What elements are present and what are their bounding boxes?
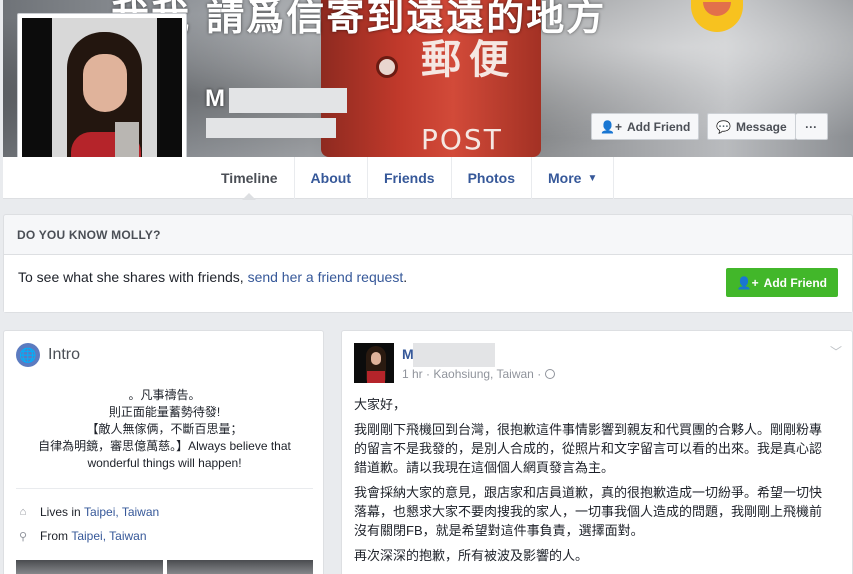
post-paragraph: 再次深深的抱歉，所有被波及影響的人。 bbox=[354, 548, 589, 563]
tab-more-label: More bbox=[548, 170, 582, 186]
alt-name-redaction bbox=[206, 118, 336, 138]
tab-timeline-label: Timeline bbox=[221, 170, 278, 186]
postbox-char-2: 便 bbox=[469, 36, 509, 83]
post-card: M 1 hr · Kaohsiung, Taiwan · ﹀ 大家好， 我剛剛下… bbox=[341, 330, 853, 574]
prompt-text: To see what she shares with friends, bbox=[18, 269, 248, 285]
caret-down-icon: ▼ bbox=[587, 172, 598, 184]
bio-line: 。凡事禱告。 bbox=[128, 388, 201, 402]
more-options-label: ··· bbox=[805, 119, 818, 134]
message-button-group[interactable]: 💬 Message ··· bbox=[707, 113, 828, 140]
friend-request-prompt: To see what she shares with friends, sen… bbox=[18, 269, 407, 285]
post-meta-text[interactable]: 1 hr · Kaohsiung, Taiwan · bbox=[402, 367, 545, 381]
profile-nav: Timeline About Friends Photos More ▼ bbox=[3, 157, 853, 200]
post-author-initial: M bbox=[402, 346, 414, 362]
add-friend-button[interactable]: 👤+ Add Friend bbox=[591, 113, 700, 140]
prompt-end: . bbox=[403, 269, 408, 285]
author-name-redaction bbox=[413, 343, 495, 367]
message-button[interactable]: 💬 Message bbox=[707, 113, 796, 140]
intro-photo[interactable] bbox=[166, 560, 313, 574]
tab-more[interactable]: More ▼ bbox=[531, 157, 615, 199]
post-author[interactable]: M bbox=[402, 346, 414, 362]
intro-bio: 。凡事禱告。 則正面能量蓄勢待發! 【敵人無傢俩，不斷百思量； 自律為明鏡，審思… bbox=[16, 387, 313, 472]
add-friend-label: Add Friend bbox=[626, 119, 691, 134]
name-redaction bbox=[229, 88, 347, 113]
bio-line: 【敵人無傢俩，不斷百思量； bbox=[86, 422, 243, 436]
add-friend-green-button[interactable]: 👤+ Add Friend bbox=[725, 268, 838, 297]
tab-friends-label: Friends bbox=[383, 170, 435, 186]
lives-in-link[interactable]: Taipei, Taiwan bbox=[84, 505, 159, 519]
profile-tabs: Timeline About Friends Photos More ▼ bbox=[205, 157, 615, 200]
tab-photos[interactable]: Photos bbox=[450, 157, 531, 199]
messenger-icon: 💬 bbox=[716, 119, 731, 134]
tab-timeline[interactable]: Timeline bbox=[205, 157, 294, 200]
do-you-know-card: DO YOU KNOW MOLLY? To see what she share… bbox=[3, 214, 853, 313]
message-label: Message bbox=[735, 119, 787, 134]
post-text: 大家好， 我剛剛下飛機回到台灣，很抱歉這件事情影響到親友和代買團的合夥人。剛剛粉… bbox=[354, 395, 832, 571]
tab-about-label: About bbox=[310, 170, 351, 186]
from-row: ⚲ From Taipei, Taiwan bbox=[16, 529, 147, 543]
post-paragraph: 我剛剛下飛機回到台灣，很抱歉這件事情影響到親友和代買團的合夥人。剛剛粉專的留言不… bbox=[354, 422, 823, 475]
from-link[interactable]: Taipei, Taiwan bbox=[71, 529, 146, 543]
intro-divider bbox=[16, 488, 313, 489]
post-meta: 1 hr · Kaohsiung, Taiwan · bbox=[402, 367, 555, 381]
do-you-know-heading: DO YOU KNOW MOLLY? bbox=[4, 215, 852, 255]
chevron-down-icon[interactable]: ﹀ bbox=[830, 343, 842, 360]
friend-request-link[interactable]: send her a friend request bbox=[248, 269, 404, 285]
lives-in-prefix: Lives in bbox=[40, 505, 81, 519]
intro-photo[interactable] bbox=[16, 560, 163, 574]
add-friend-icon: 👤+ bbox=[736, 275, 759, 290]
postbox-word: POST bbox=[421, 123, 503, 156]
public-globe-icon[interactable] bbox=[544, 369, 555, 379]
lives-in-row: ⌂ Lives in Taipei, Taiwan bbox=[16, 505, 160, 519]
post-paragraph: 我會採納大家的意見，跟店家和店員道歉，真的很抱歉造成一切紛爭。希望一切快落幕，也… bbox=[354, 485, 823, 538]
home-icon: ⌂ bbox=[19, 506, 27, 518]
tab-photos-label: Photos bbox=[467, 170, 516, 186]
post-paragraph: 大家好， bbox=[354, 397, 407, 412]
bio-line: 則正面能量蓄勢待發! bbox=[108, 405, 221, 419]
tab-about[interactable]: About bbox=[293, 157, 367, 199]
intro-photos bbox=[16, 560, 313, 574]
keyhole-icon bbox=[376, 56, 398, 78]
add-friend-green-label: Add Friend bbox=[763, 275, 827, 290]
tab-friends[interactable]: Friends bbox=[366, 157, 451, 199]
location-pin-icon: ⚲ bbox=[18, 530, 28, 543]
from-prefix: From bbox=[40, 529, 68, 543]
add-friend-icon: 👤+ bbox=[600, 119, 622, 134]
more-options-button[interactable]: ··· bbox=[795, 113, 828, 140]
intro-title: Intro bbox=[48, 346, 81, 363]
intro-card: 🌐 Intro 。凡事禱告。 則正面能量蓄勢待發! 【敵人無傢俩，不斷百思量； … bbox=[3, 330, 324, 574]
postbox-char-1: 郵 bbox=[421, 36, 461, 83]
post-avatar[interactable] bbox=[354, 343, 394, 383]
globe-icon: 🌐 bbox=[16, 343, 40, 367]
bio-line: 自律為明鏡，審思億萬慈。】Always believe that wonderf… bbox=[38, 439, 291, 470]
